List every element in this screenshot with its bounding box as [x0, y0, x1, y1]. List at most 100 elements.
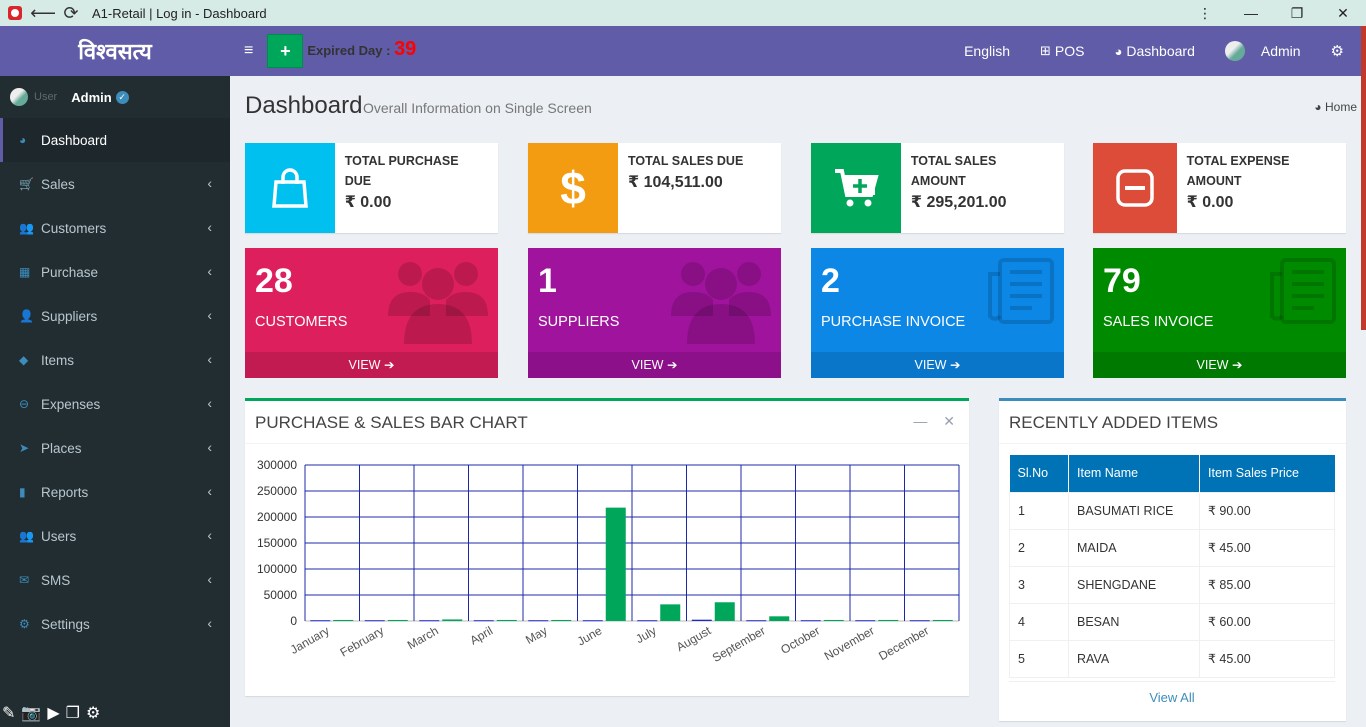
bar-series-2-february: [387, 619, 408, 621]
info-box-text: TOTAL SALES DUE ₹ 104,511.00: [618, 143, 753, 233]
back-arrow-icon[interactable]: ⟵: [30, 3, 56, 24]
maximize-window-icon[interactable]: ❐: [1274, 0, 1320, 26]
sidebar-item-sales[interactable]: 🛒 Sales ‹: [0, 162, 230, 206]
user-role-label: User: [34, 91, 58, 103]
view-link[interactable]: VIEW ➔: [1093, 352, 1346, 378]
x-tick-label: September: [710, 623, 768, 664]
recent-items-table: Sl.No Item Name Item Sales Price 1 BASUMA…: [1009, 455, 1335, 678]
x-tick-label: July: [633, 623, 658, 646]
cell-slno: 5: [1009, 639, 1069, 678]
close-window-icon[interactable]: ✕: [1320, 0, 1366, 26]
chevron-left-icon: ‹: [207, 307, 212, 323]
cell-slno: 1: [1009, 491, 1069, 530]
top-navbar: ≡ + Expired Day : 39 English ⊞ POS ◕ Das…: [230, 26, 1366, 76]
sidebar-item-label: Suppliers: [41, 308, 98, 324]
stat-label: PURCHASE INVOICE: [821, 314, 966, 330]
pos-link[interactable]: ⊞ POS: [1040, 43, 1084, 59]
bar-series-1-may: [528, 620, 549, 622]
x-tick-label: October: [778, 623, 822, 656]
more-menu-icon[interactable]: ⋮: [1182, 0, 1228, 26]
info-box-label: TOTAL SALES AMOUNT: [910, 154, 997, 188]
arrow-circle-right-icon: ➔: [1231, 358, 1243, 372]
x-tick-label: August: [674, 623, 714, 654]
camera-icon[interactable]: 📷: [21, 703, 41, 723]
dashboard-icon: ◕: [19, 133, 27, 147]
y-tick-label: 100000: [257, 562, 297, 576]
cell-item-price: ₹ 45.00: [1199, 639, 1335, 678]
sidebar-item-purchase[interactable]: ▦ Purchase ‹: [0, 250, 230, 294]
x-tick-label: June: [575, 623, 605, 648]
cell-item-name: BESAN: [1068, 602, 1200, 641]
sidebar-item-label: Sales: [41, 176, 75, 192]
column-header-item-name: Item Name: [1068, 455, 1200, 492]
chevron-left-icon: ‹: [207, 571, 212, 587]
sidebar-item-items[interactable]: ◆ Items ‹: [0, 338, 230, 382]
window-icon[interactable]: ❐: [66, 703, 80, 723]
sidebar-item-suppliers[interactable]: 👤 Suppliers ‹: [0, 294, 230, 338]
x-tick-label: November: [822, 623, 877, 663]
sidebar-item-dashboard[interactable]: ◕ Dashboard: [0, 118, 230, 162]
sidebar-item-label: Reports: [41, 484, 89, 500]
sidebar-item-customers[interactable]: 👥 Customers ‹: [0, 206, 230, 250]
expired-day-count: 39: [394, 37, 417, 60]
view-link[interactable]: VIEW ➔: [528, 352, 781, 378]
minus-circle-icon: ⊖: [19, 397, 30, 411]
users-icon: 👥: [19, 529, 34, 543]
close-icon[interactable]: ✕: [943, 413, 955, 429]
chevron-left-icon: ‹: [207, 615, 212, 631]
sidebar-item-sms[interactable]: ✉ SMS ‹: [0, 558, 230, 602]
edit-tool-icon[interactable]: ✎: [2, 703, 15, 723]
sidebar-item-places[interactable]: ➤ Places ‹: [0, 426, 230, 470]
chevron-left-icon: ‹: [207, 175, 212, 191]
expired-day-indicator: Expired Day : 39: [307, 38, 416, 61]
view-link[interactable]: VIEW ➔: [245, 352, 498, 378]
bar-series-1-january: [310, 620, 331, 622]
pos-icon: ⊞: [1040, 43, 1051, 58]
chevron-left-icon: ‹: [207, 263, 212, 279]
page-scrollbar[interactable]: [1361, 26, 1366, 330]
cell-slno: 2: [1009, 528, 1069, 567]
home-dashboard-icon: ◕: [1314, 100, 1322, 114]
user-menu-label: Admin: [1260, 43, 1301, 59]
bar-series-2-september: [769, 616, 790, 621]
info-box-total-purchase-due: TOTAL PURCHASE DUE ₹ 0.00: [245, 143, 498, 233]
sidebar-item-users[interactable]: 👥 Users ‹: [0, 514, 230, 558]
dashboard-link[interactable]: ◕ Dashboard: [1115, 43, 1195, 59]
bar-series-1-december: [909, 620, 930, 622]
view-all-link[interactable]: View All: [1009, 681, 1335, 713]
minimize-window-icon[interactable]: —: [1228, 0, 1274, 26]
add-new-button[interactable]: +: [267, 34, 304, 68]
users-icon: [386, 256, 490, 349]
brand-logo[interactable]: विश्वसत्य: [0, 26, 230, 76]
cell-item-price: ₹ 85.00: [1199, 565, 1335, 604]
view-link[interactable]: VIEW ➔: [811, 352, 1064, 378]
sidebar-item-reports[interactable]: ▮ Reports ‹: [0, 470, 230, 514]
sidebar-item-label: Settings: [41, 616, 90, 632]
video-icon[interactable]: ▶: [47, 703, 59, 723]
hamburger-menu-icon[interactable]: ≡: [244, 42, 253, 60]
user-menu[interactable]: Admin: [1224, 41, 1301, 61]
dollar-icon: $: [528, 143, 618, 233]
info-box-total-expense-amount: TOTAL EXPENSE AMOUNT ₹ 0.00: [1093, 143, 1346, 233]
minus-square-icon: [1093, 143, 1177, 233]
minimize-icon[interactable]: —: [913, 413, 927, 429]
panel-tools: — ✕: [901, 413, 955, 430]
bar-series-2-november: [878, 619, 899, 621]
window-title: A1-Retail | Log in - Dashboard: [92, 5, 267, 21]
x-tick-label: December: [876, 623, 931, 663]
stat-count: 1: [538, 262, 557, 300]
x-tick-label: January: [288, 623, 332, 656]
bar-series-1-april: [473, 620, 494, 622]
settings-gear-icon[interactable]: ⚙: [86, 703, 100, 723]
gears-icon[interactable]: ⚙: [1331, 42, 1344, 60]
sidebar-item-settings[interactable]: ⚙ Settings ‹: [0, 602, 230, 646]
arrow-circle-right-icon: ➔: [949, 358, 961, 372]
info-box-value: ₹ 104,511.00: [628, 174, 723, 191]
reload-icon[interactable]: ⟳: [58, 3, 84, 24]
stat-label: SALES INVOICE: [1103, 314, 1214, 330]
sidebar-item-expenses[interactable]: ⊖ Expenses ‹: [0, 382, 230, 426]
sidebar: विश्वसत्य User Admin ✓ ◕ Dashboard 🛒 Sales ‹…: [0, 26, 230, 727]
breadcrumb[interactable]: ◕ Home: [1314, 100, 1357, 114]
language-selector[interactable]: English: [964, 43, 1010, 59]
sidebar-item-label: Dashboard: [41, 132, 108, 148]
